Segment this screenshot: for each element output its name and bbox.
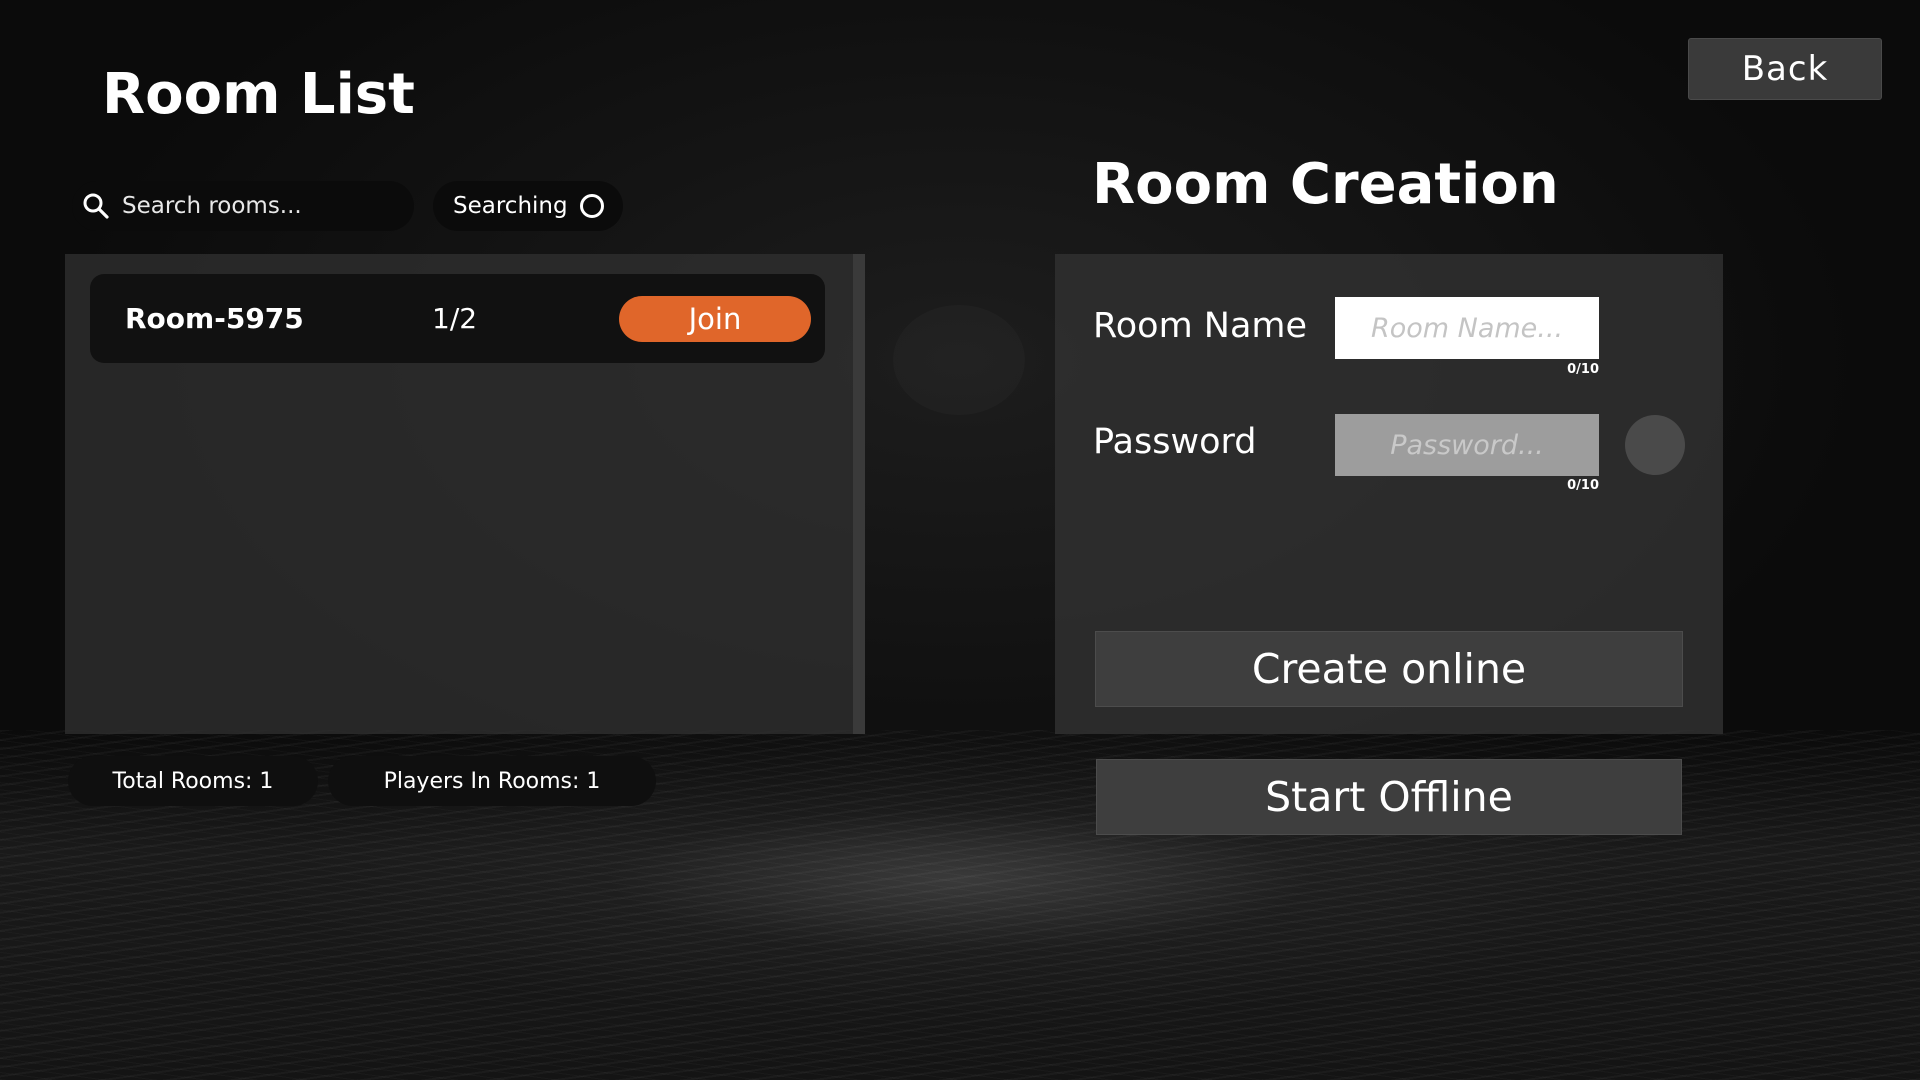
game-menu-screen: Room List Back Searching Room-5975 1/2 J… [0, 0, 1920, 1080]
search-box[interactable] [72, 181, 414, 231]
background-glow [893, 305, 1025, 415]
room-list-scrollbar[interactable] [853, 254, 865, 734]
room-list-panel: Room-5975 1/2 Join [65, 254, 865, 734]
join-room-button[interactable]: Join [619, 296, 811, 342]
password-input[interactable] [1335, 414, 1599, 476]
room-player-count: 1/2 [432, 302, 478, 335]
searching-label: Searching [453, 193, 568, 219]
players-in-rooms-stat: Players In Rooms: 1 [328, 756, 656, 806]
create-online-button[interactable]: Create online [1095, 631, 1683, 707]
search-icon [83, 193, 109, 219]
password-char-counter: 0/10 [1567, 478, 1599, 493]
password-toggle[interactable] [1625, 415, 1685, 475]
room-list-title: Room List [102, 62, 415, 127]
back-button[interactable]: Back [1688, 38, 1882, 100]
searching-status: Searching [433, 181, 623, 231]
spinner-icon [579, 194, 604, 218]
search-input[interactable] [120, 192, 404, 220]
password-label: Password [1093, 422, 1257, 462]
room-creation-title: Room Creation [1092, 152, 1559, 217]
room-name: Room-5975 [125, 302, 304, 335]
room-creation-panel: Room Name 0/10 Password 0/10 Create onli… [1055, 254, 1723, 734]
room-name-char-counter: 0/10 [1567, 362, 1599, 377]
start-offline-button[interactable]: Start Offline [1096, 759, 1682, 835]
total-rooms-stat: Total Rooms: 1 [68, 756, 318, 806]
room-name-label: Room Name [1093, 306, 1308, 346]
room-name-input[interactable] [1335, 297, 1599, 359]
room-row: Room-5975 1/2 Join [90, 274, 825, 363]
